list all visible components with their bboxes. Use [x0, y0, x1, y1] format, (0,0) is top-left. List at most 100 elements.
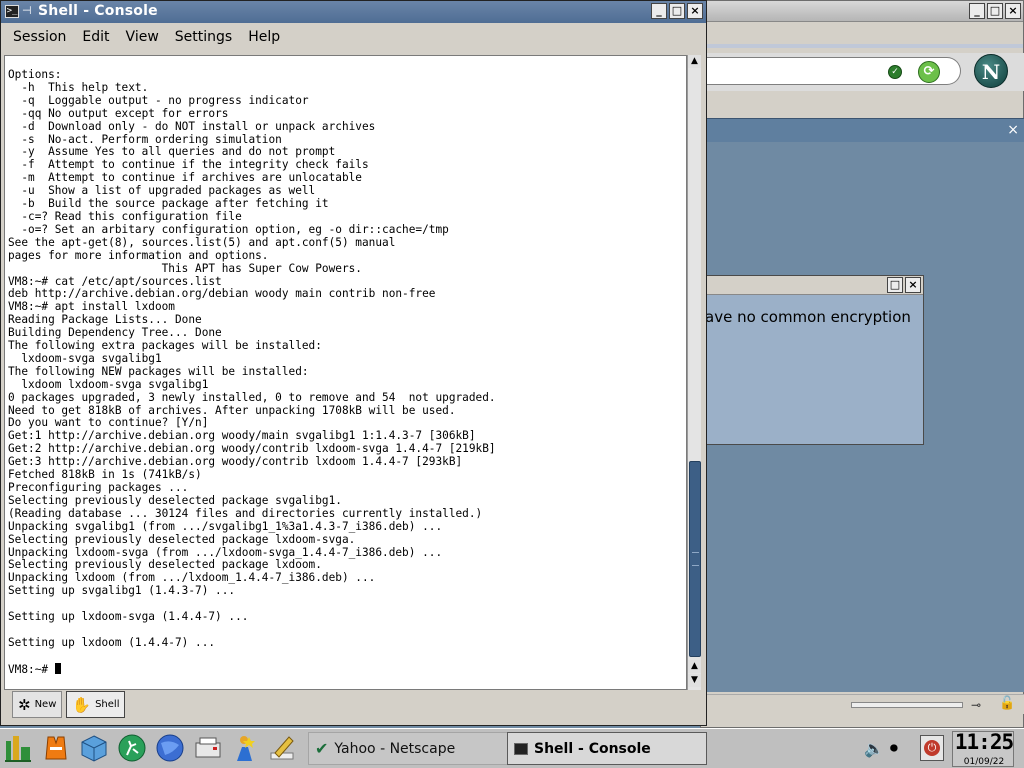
terminal-line: See the apt-get(8), sources.list(5) and … [8, 235, 396, 249]
scrollbar-thumb[interactable] [689, 461, 701, 657]
maximize-button[interactable]: □ [669, 3, 685, 19]
home-folder-icon[interactable] [78, 732, 110, 764]
shell-console-window[interactable]: >_ ⊣ Shell - Console _ □ × Session Edit … [0, 0, 707, 726]
volume-icon[interactable]: 🔈 [864, 739, 884, 758]
netscape-menubar [701, 22, 1023, 44]
close-icon[interactable]: × [1007, 122, 1019, 138]
maximize-button[interactable]: □ [887, 277, 903, 293]
security-dialog[interactable]: □ × ave no common encryption [700, 275, 924, 445]
tab-shell-label: Shell [95, 699, 120, 710]
menu-settings[interactable]: Settings [167, 29, 240, 45]
netscape-titlebar[interactable]: _ □ × [701, 1, 1023, 22]
terminal-icon[interactable]: >_ [5, 5, 19, 18]
browser-globe-icon[interactable] [154, 732, 186, 764]
close-button[interactable]: × [1005, 3, 1021, 19]
printer-icon[interactable] [192, 732, 224, 764]
terminal-line: Setting up lxdoom-svga (1.4.4-7) ... [8, 610, 249, 624]
scroll-up-arrow-icon[interactable]: ▲ [688, 660, 701, 673]
menu-session[interactable]: Session [5, 29, 74, 45]
terminal-line: lxdoom lxdoom-svga svgalibg1 [8, 377, 209, 391]
text-editor-icon[interactable] [266, 732, 298, 764]
netscape-icon: ✔ [315, 739, 329, 758]
help-icon [45, 736, 67, 760]
task-netscape[interactable]: ✔ Yahoo - Netscape [308, 732, 508, 765]
user-icon[interactable]: ⏺ [890, 738, 898, 758]
session-tabbar: ✲ New ✋ Shell [4, 691, 704, 721]
terminal-line: -qq No output except for errors [8, 106, 229, 120]
shell-icon: ✋ [72, 695, 92, 714]
terminal-line: Selecting previously deselected package … [8, 532, 356, 546]
menu-view[interactable]: View [118, 29, 167, 45]
shell-titlebar[interactable]: >_ ⊣ Shell - Console _ □ × [1, 1, 706, 23]
power-icon: ⏻ [924, 740, 940, 756]
go-button[interactable]: ⟳ [918, 61, 940, 83]
person-star-icon [237, 736, 255, 761]
terminal-output[interactable]: Options: -h This help text. -q Loggable … [4, 55, 687, 690]
clock-date: 01/09/22 [963, 757, 1005, 767]
netscape-logo-icon[interactable]: N [974, 54, 1008, 88]
kde-runner-icon[interactable] [228, 732, 260, 764]
lock-icon: 🔓 [999, 696, 1016, 711]
close-button[interactable]: × [905, 277, 921, 293]
cube-icon [81, 735, 107, 762]
terminal-line: -q Loggable output - no progress indicat… [8, 93, 309, 107]
menu-help[interactable]: Help [240, 29, 288, 45]
terminal-line: -c=? Read this configuration file [8, 209, 242, 223]
clock-time: 11:25 [954, 730, 1014, 754]
terminal-prompt: VM8:~# [8, 662, 55, 676]
minimize-button[interactable]: _ [969, 3, 985, 19]
terminal-line: -d Download only - do NOT install or unp… [8, 119, 376, 133]
kde-menu-icon [5, 736, 31, 762]
status-bar: ⊸ 🔓 [701, 694, 1024, 714]
terminal-line: Unpacking svgalibg1 (from .../svgalibg1_… [8, 519, 443, 533]
konqueror-icon[interactable] [116, 732, 148, 764]
scroll-down-arrow-icon[interactable]: ▼ [688, 674, 701, 687]
url-input[interactable]: ✓ ⟳ [701, 57, 961, 85]
terminal-line: The following extra packages will be ins… [8, 339, 322, 353]
dialog-message: ave no common encryption [705, 308, 911, 326]
pin-icon[interactable]: ⊣ [22, 4, 32, 17]
grip-icon [692, 552, 699, 566]
terminal-line: This APT has Super Cow Powers. [8, 261, 362, 275]
terminal-line: -h This help text. [8, 80, 149, 94]
maximize-button[interactable]: □ [987, 3, 1003, 19]
sidebar-header: × [701, 118, 1024, 142]
scrollbar[interactable]: ▲ ▲ ▼ [687, 55, 701, 690]
logout-button[interactable]: ⏻ [920, 735, 944, 761]
terminal-text: Options: -h This help text. -q Loggable … [8, 68, 496, 677]
toolbar-strip [701, 44, 1023, 48]
taskbar-panel: ✔ Yahoo - Netscape Shell - Console 🔈 ⏺ ⏻… [0, 728, 1024, 768]
terminal-line: pages for more information and options. [8, 248, 269, 262]
text-cursor [54, 662, 61, 674]
check-icon: ✓ [888, 65, 902, 79]
terminal-line: -o=? Set an arbitary configuration optio… [8, 222, 449, 236]
terminal-line: Setting up lxdoom (1.4.4-7) ... [8, 635, 216, 649]
minimize-button[interactable]: _ [651, 3, 667, 19]
close-button[interactable]: × [687, 3, 703, 19]
task-label: Yahoo - Netscape [334, 740, 456, 757]
scroll-up-arrow-icon[interactable]: ▲ [688, 55, 701, 68]
terminal-line: Preconfiguring packages ... [8, 481, 189, 494]
connection-icon: ⊸ [971, 698, 982, 712]
runner-globe-icon [118, 734, 146, 762]
tab-shell[interactable]: ✋ Shell [66, 691, 126, 718]
kde-menu-button[interactable] [2, 732, 34, 764]
progress-bar [851, 702, 963, 708]
menubar: Session Edit View Settings Help [1, 23, 706, 51]
new-session-button[interactable]: ✲ New [12, 691, 63, 718]
task-shell-console[interactable]: Shell - Console [507, 732, 707, 765]
life-vest-icon[interactable] [40, 732, 72, 764]
url-bar: ✓ ⟳ N [701, 53, 1024, 91]
terminal-line: Selecting previously deselected package … [8, 493, 342, 507]
globe-icon [156, 734, 184, 762]
terminal-lines: Options: -h This help text. -q Loggable … [8, 68, 496, 663]
system-tray: 🔈 ⏺ [858, 731, 910, 765]
window-title: Shell - Console [38, 3, 158, 19]
menu-edit[interactable]: Edit [74, 29, 117, 45]
konsole-icon [514, 742, 528, 755]
terminal-line: The following NEW packages will be insta… [8, 364, 309, 378]
dialog-titlebar[interactable]: □ × [701, 276, 923, 295]
clock[interactable]: 11:25 01/09/22 [952, 730, 1014, 767]
